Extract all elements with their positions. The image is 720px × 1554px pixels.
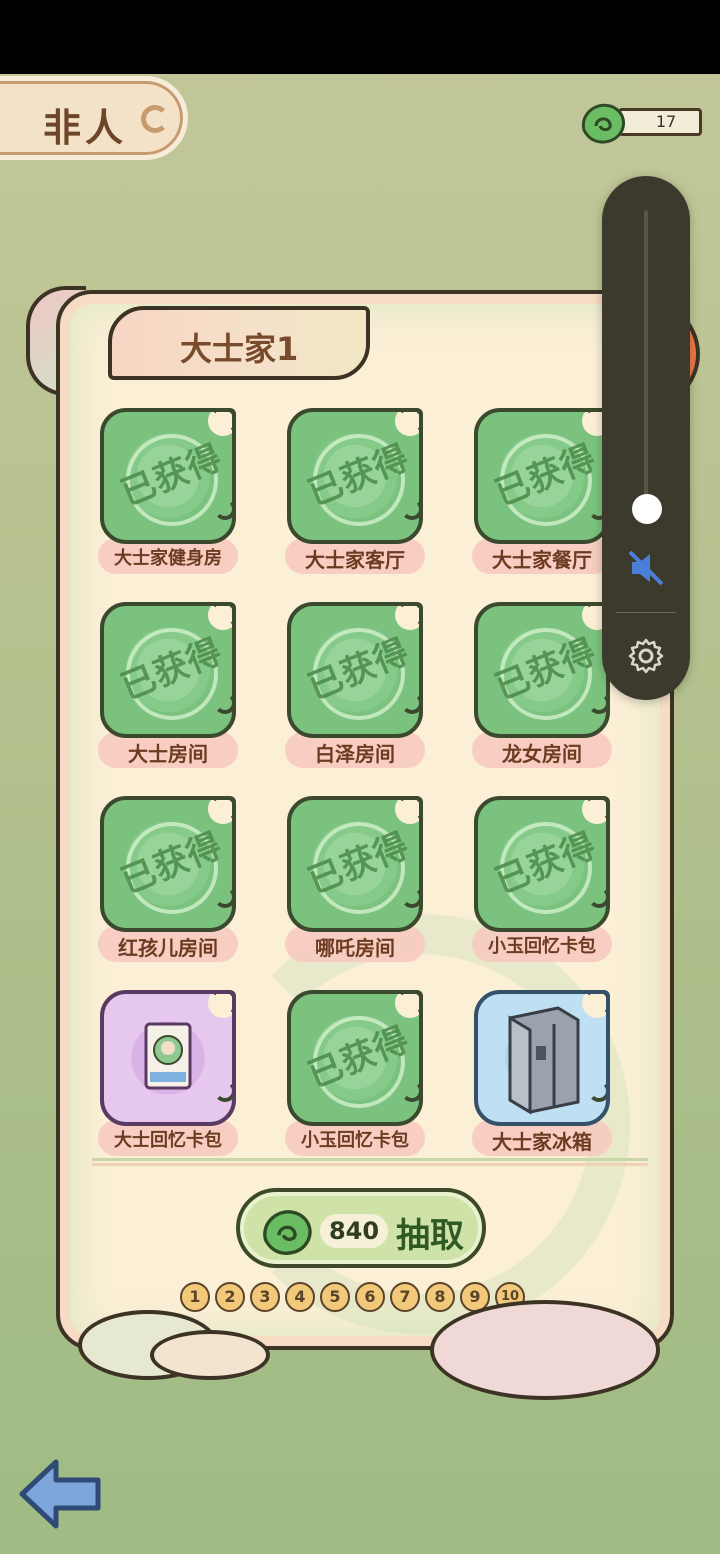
page-title: 非人 (43, 106, 128, 150)
collection-card[interactable]: 已获得 小玉回忆卡包 (285, 990, 437, 1162)
page-dot[interactable]: 7 (390, 1282, 420, 1312)
curl-ornament (208, 606, 232, 630)
card-label: 白泽房间 (315, 742, 395, 766)
section-title: 大士家1 (180, 330, 299, 368)
card-label: 小玉回忆卡包 (301, 1130, 409, 1151)
card-tile: 已获得 (287, 796, 423, 932)
page-dot[interactable]: 3 (250, 1282, 280, 1312)
curl-ornament (214, 498, 232, 520)
curl-ornament (401, 1080, 419, 1102)
volume-panel (602, 176, 690, 700)
curl-ornament (395, 800, 419, 824)
curl-ornament (582, 994, 606, 1018)
leaf-coin-icon (263, 1210, 312, 1255)
curl-ornament (208, 412, 232, 436)
curl-ornament (208, 800, 232, 824)
coin-counter: 17 (578, 98, 706, 150)
collection-card[interactable]: 大士家冰箱 (472, 990, 624, 1162)
curl-ornament (401, 886, 419, 908)
page-title-pill: 非人 (0, 76, 188, 160)
back-arrow-icon[interactable] (16, 1456, 106, 1532)
card-tile: 已获得 (474, 796, 610, 932)
card-label: 小玉回忆卡包 (488, 936, 596, 957)
curl-ornament (395, 412, 419, 436)
curl-ornament (582, 800, 606, 824)
card-tile: 已获得 (100, 796, 236, 932)
curl-ornament (401, 692, 419, 714)
cloud-ornament (150, 1330, 270, 1380)
card-label: 大士回忆卡包 (114, 1130, 222, 1151)
card-tile: 已获得 (287, 990, 423, 1126)
card-tile: 已获得 (474, 602, 610, 738)
card-label: 大士家冰箱 (492, 1130, 592, 1154)
collection-card[interactable]: 已获得 哪吒房间 (285, 796, 437, 968)
collection-card[interactable]: 已获得 红孩儿房间 (98, 796, 250, 968)
page-dot[interactable]: 6 (355, 1282, 385, 1312)
draw-label: 抽取 (396, 1216, 464, 1256)
card-label: 大士家餐厅 (492, 548, 592, 572)
curl-ornament (588, 886, 606, 908)
section-banner: 大士家1 (108, 306, 370, 380)
volume-slider-thumb[interactable] (632, 494, 662, 524)
card-tile: 已获得 (100, 602, 236, 738)
volume-slider[interactable] (644, 210, 648, 510)
curl-ornament (401, 498, 419, 520)
collection-card[interactable]: 已获得 大士家客厅 (285, 408, 437, 580)
page-dot[interactable]: 5 (320, 1282, 350, 1312)
card-label: 红孩儿房间 (118, 936, 218, 960)
card-label: 龙女房间 (502, 742, 582, 766)
status-bar (0, 0, 720, 74)
collection-card[interactable]: 已获得 白泽房间 (285, 602, 437, 774)
coin-count: 17 (618, 108, 702, 136)
leaf-coin-icon (581, 103, 626, 144)
card-label: 哪吒房间 (315, 936, 395, 960)
card-tile: 已获得 (100, 408, 236, 544)
divider (92, 1158, 648, 1166)
draw-cost: 840 (320, 1214, 388, 1248)
volume-separator (616, 612, 676, 613)
curl-ornament (588, 1080, 606, 1102)
page-dot[interactable]: 2 (215, 1282, 245, 1312)
draw-button[interactable]: 840 抽取 (236, 1188, 486, 1268)
gear-icon[interactable] (626, 636, 666, 676)
collection-card[interactable]: 大士回忆卡包 (98, 990, 250, 1162)
collection-card[interactable]: 已获得 小玉回忆卡包 (472, 796, 624, 968)
mute-icon[interactable] (624, 546, 668, 590)
curl-ornament (214, 1080, 232, 1102)
curl-ornament (588, 692, 606, 714)
curl-ornament (214, 692, 232, 714)
card-label: 大士家健身房 (114, 548, 222, 569)
page-dot[interactable]: 8 (425, 1282, 455, 1312)
curl-ornament (395, 994, 419, 1018)
collection-card[interactable]: 已获得 大士房间 (98, 602, 250, 774)
page-dot[interactable]: 4 (285, 1282, 315, 1312)
card-tile (474, 990, 610, 1126)
swirl-icon (141, 105, 169, 133)
curl-ornament (395, 606, 419, 630)
card-label: 大士房间 (128, 742, 208, 766)
curl-ornament (208, 994, 232, 1018)
card-label: 大士家客厅 (305, 548, 405, 572)
card-tile: 已获得 (287, 602, 423, 738)
card-tile: 已获得 (287, 408, 423, 544)
collection-card[interactable]: 已获得 大士家健身房 (98, 408, 250, 580)
cloud-ornament (430, 1300, 660, 1400)
page-dot[interactable]: 1 (180, 1282, 210, 1312)
card-tile (100, 990, 236, 1126)
card-tile: 已获得 (474, 408, 610, 544)
curl-ornament (214, 886, 232, 908)
